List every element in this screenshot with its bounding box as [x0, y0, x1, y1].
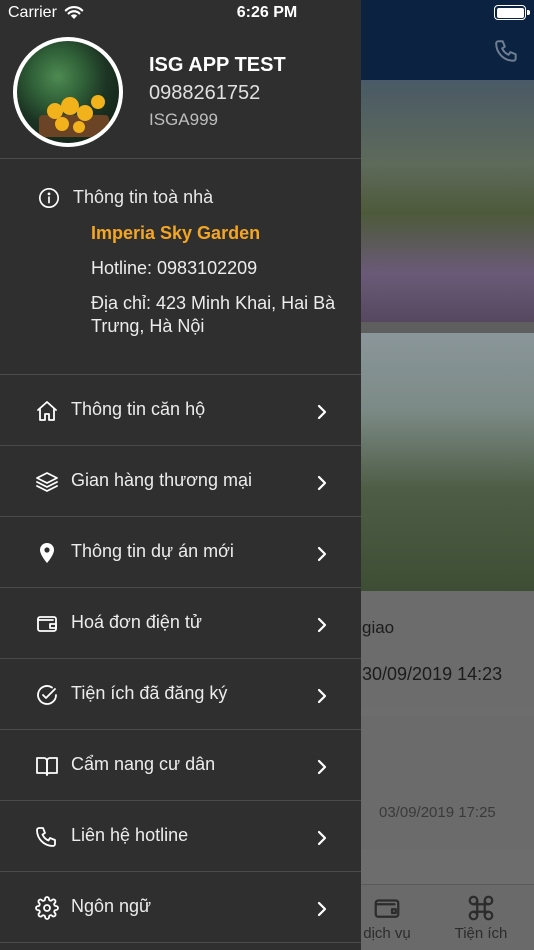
menu-item-resident-handbook[interactable]: Cẩm nang cư dân [0, 730, 361, 801]
chevron-right-icon [317, 901, 327, 917]
background-notice-date: 30/09/2019 14:23 [362, 664, 503, 684]
avatar[interactable] [13, 37, 123, 147]
profile-header[interactable]: ISG APP TEST 0988261752 ISGA999 [0, 26, 361, 159]
menu-item-hotline-contact[interactable]: Liên hệ hotline [0, 801, 361, 872]
status-bar: Carrier 6:26 PM [0, 0, 534, 26]
avatar-flower [73, 121, 85, 133]
layers-icon [36, 472, 58, 492]
menu-item-label: Tiện ích đã đăng ký [71, 683, 228, 703]
avatar-flower [77, 105, 93, 121]
menu-item-label: Liên hệ hotline [71, 825, 189, 845]
building-name: Imperia Sky Garden [91, 223, 261, 243]
chevron-right-icon [317, 475, 327, 491]
chevron-right-icon [317, 830, 327, 846]
phone-icon [36, 827, 56, 847]
phone-icon[interactable] [494, 38, 520, 64]
menu-item-label: Thông tin căn hộ [71, 399, 206, 419]
chevron-right-icon [317, 759, 327, 775]
tab-tien-ich[interactable]: Tiện ích [436, 885, 526, 950]
building-info: Thông tin toà nhà Imperia Sky Garden Hot… [0, 160, 361, 375]
wallet-icon [37, 616, 57, 632]
building-address: Địa chỉ: 423 Minh Khai, Hai Bà Trưng, Hà… [91, 293, 336, 336]
chevron-right-icon [317, 617, 327, 633]
info-icon [39, 188, 59, 208]
book-icon [36, 757, 58, 776]
menu-item-e-invoice[interactable]: Hoá đơn điện tử [0, 588, 361, 659]
background-notice-text: giao [362, 618, 395, 637]
check-circle-icon [37, 685, 57, 705]
command-icon [468, 895, 494, 921]
menu-item-label: Ngôn ngữ [71, 896, 152, 916]
menu-item-label: Gian hàng thương mại [71, 470, 252, 490]
avatar-flower [91, 95, 105, 109]
drawer-menu: Thông tin căn hộ Gian hàng thương mại Th… [0, 375, 361, 943]
menu-item-label: Thông tin dự án mới [71, 541, 234, 561]
gear-icon [35, 896, 59, 920]
home-icon [37, 401, 57, 421]
tab-label: Tiện ích [454, 925, 508, 942]
side-drawer: ISG APP TEST 0988261752 ISGA999 Thông ti… [0, 0, 361, 950]
wallet-icon [374, 899, 400, 918]
menu-item-new-projects[interactable]: Thông tin dự án mới [0, 517, 361, 588]
menu-item-shops[interactable]: Gian hàng thương mại [0, 446, 361, 517]
menu-item-apartment-info[interactable]: Thông tin căn hộ [0, 375, 361, 446]
location-pin-icon [40, 543, 54, 563]
building-hotline[interactable]: Hotline: 0983102209 [91, 258, 257, 279]
user-name: ISG APP TEST [149, 54, 286, 76]
avatar-flower [55, 117, 69, 131]
battery-icon [494, 5, 530, 20]
menu-item-language[interactable]: Ngôn ngữ [0, 872, 361, 943]
user-code: ISGA999 [149, 110, 218, 129]
background-card-date: 03/09/2019 17:25 [379, 804, 496, 821]
chevron-right-icon [317, 404, 327, 420]
building-info-title: Thông tin toà nhà [73, 187, 214, 207]
menu-item-label: Cẩm nang cư dân [71, 754, 216, 774]
chevron-right-icon [317, 688, 327, 704]
chevron-right-icon [317, 546, 327, 562]
menu-item-registered-utilities[interactable]: Tiện ích đã đăng ký [0, 659, 361, 730]
user-phone: 0988261752 [149, 82, 261, 104]
clock: 6:26 PM [236, 4, 298, 21]
menu-item-label: Hoá đơn điện tử [71, 612, 202, 632]
